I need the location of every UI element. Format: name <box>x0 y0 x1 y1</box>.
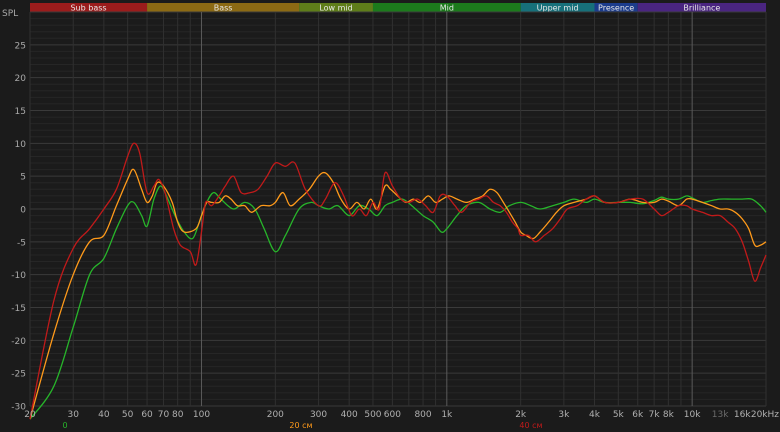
legend-entry-2: 40 см <box>519 421 542 430</box>
legend-entry-0: 0 <box>62 421 67 430</box>
x-tick-label: 16k <box>734 410 751 420</box>
legend-entry-1: 20 см <box>289 421 312 430</box>
x-tick-label: 300 <box>310 410 327 420</box>
y-tick-label: -20 <box>11 337 26 347</box>
y-axis-label: SPL <box>2 9 18 19</box>
x-tick-label: 60 <box>141 410 153 420</box>
x-tick-label: 40 <box>98 410 110 420</box>
x-tick-label: 10k <box>684 410 701 420</box>
x-tick-label: 8k <box>663 410 675 420</box>
x-tick-label: 30 <box>67 410 79 420</box>
x-tick-label: 2k <box>515 410 527 420</box>
x-tick-label: 500 <box>364 410 381 420</box>
y-tick-label: 20 <box>15 74 27 84</box>
x-tick-label: 6k <box>632 410 644 420</box>
y-tick-label: 10 <box>15 140 27 150</box>
x-tick-label: 400 <box>341 410 358 420</box>
grid <box>29 11 767 407</box>
x-tick-label: 1k <box>441 410 453 420</box>
x-tick-label: 50 <box>122 410 134 420</box>
x-tick-label: 5k <box>613 410 625 420</box>
band-label-4: Upper mid <box>537 4 579 13</box>
frequency-band-strip: Sub bass Bass Low mid Mid Upper mid Presence B… <box>30 3 766 13</box>
y-tick-label: -10 <box>11 271 26 281</box>
y-tick-label: 25 <box>15 41 26 51</box>
x-tick-label: 200 <box>267 410 284 420</box>
y-tick-label: 5 <box>20 173 26 183</box>
frequency-response-chart: Sub bass Bass Low mid Mid Upper mid Presence B… <box>0 0 780 432</box>
band-label-2: Low mid <box>319 4 352 13</box>
x-tick-label: 20 <box>24 410 36 420</box>
x-tick-label: 20kHz <box>751 410 779 420</box>
x-tick-label: 4k <box>589 410 601 420</box>
y-tick-label: 0 <box>20 206 26 216</box>
x-tick-label: 7k <box>649 410 661 420</box>
x-tick-label: 600 <box>384 410 401 420</box>
band-label-0: Sub bass <box>70 4 106 13</box>
band-label-3: Mid <box>440 4 454 13</box>
x-tick-label: 100 <box>193 410 210 420</box>
x-tick-label: 3k <box>558 410 570 420</box>
y-tick-label: 15 <box>15 107 26 117</box>
y-tick-label: -25 <box>11 370 26 380</box>
x-tick-label: 800 <box>414 410 431 420</box>
band-label-5: Presence <box>598 4 634 13</box>
y-tick-label: -5 <box>17 238 26 248</box>
y-tick-label: -15 <box>11 304 26 314</box>
x-tick-label: 13k <box>712 410 729 420</box>
band-label-1: Bass <box>214 4 233 13</box>
band-label-6: Brilliance <box>683 4 720 13</box>
x-tick-label: 80 <box>172 410 184 420</box>
x-tick-label: 70 <box>158 410 170 420</box>
